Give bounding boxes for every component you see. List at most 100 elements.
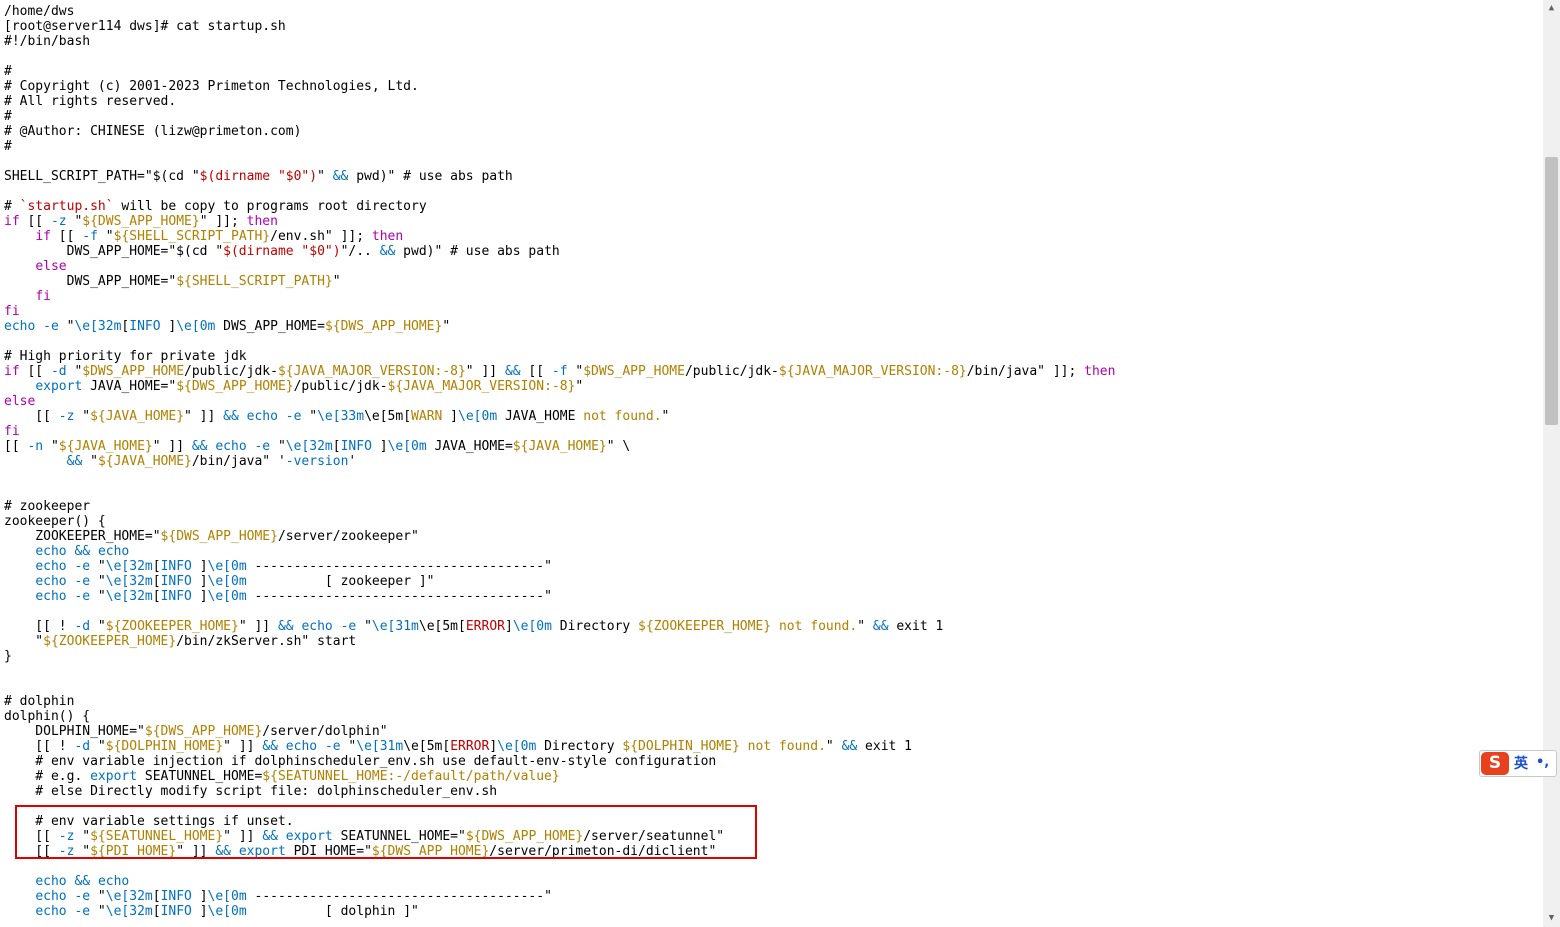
terminal-line: dolphin() {	[4, 709, 90, 724]
terminal-line: export JAVA_HOME="${DWS_APP_HOME}/public…	[4, 379, 583, 394]
code-token: ]	[442, 409, 459, 424]
code-token: \e[0m	[387, 439, 427, 454]
scroll-up-arrow-icon[interactable]: ▲	[1543, 0, 1560, 17]
code-token: &&	[223, 409, 239, 424]
code-token: [[	[50, 229, 83, 244]
code-token: &&	[379, 244, 396, 259]
code-token: echo	[35, 874, 67, 889]
code-token: \e[0m	[458, 409, 498, 424]
code-token: &&	[66, 454, 83, 469]
terminal-output[interactable]: /home/dws [root@server114 dws]# cat start…	[0, 0, 1543, 927]
code-token: echo	[35, 889, 67, 904]
scrollbar-thumb[interactable]	[1545, 157, 1558, 425]
code-token: echo	[97, 874, 130, 889]
code-token: "	[340, 739, 357, 754]
terminal-line: echo -e "\e[32m[INFO ]\e[0m ------------…	[4, 559, 552, 574]
sogou-ime-icon[interactable]: S	[1481, 752, 1509, 775]
code-token: /home/dws	[4, 4, 75, 19]
code-token: "	[90, 904, 106, 919]
code-token: ${JAVA_HOME}	[58, 439, 153, 454]
code-token: "	[270, 439, 286, 454]
code-token: &&	[332, 169, 349, 184]
code-token: ${SHELL_SCRIPT_PATH}	[113, 229, 271, 244]
scroll-down-arrow-icon[interactable]: ▼	[1543, 910, 1560, 927]
code-token: JAVA_HOME="	[82, 379, 177, 394]
code-token: echo	[285, 739, 318, 754]
ime-language-toggle[interactable]: 英	[1514, 754, 1528, 774]
code-token: ]	[371, 439, 388, 454]
code-token: "	[442, 319, 451, 334]
code-token: -e	[74, 889, 91, 904]
code-token: "	[82, 454, 98, 469]
code-token: \e[31m	[356, 739, 404, 754]
code-token: [[ !	[4, 619, 75, 634]
code-token: $DWS_APP_HOME	[82, 364, 185, 379]
code-token: -e	[43, 319, 59, 334]
code-token: '	[348, 454, 357, 469]
code-token: /public/jdk-	[184, 364, 278, 379]
code-token: SEATUNNEL_HOME=	[137, 769, 263, 784]
code-token: -e	[340, 619, 357, 634]
code-token: INFO	[129, 319, 161, 334]
code-token: "/..	[340, 244, 380, 259]
code-token: not found.	[747, 739, 826, 754]
code-token: INFO	[160, 904, 192, 919]
terminal-line: fi	[4, 289, 51, 304]
code-token: [ zookeeper ]"	[246, 574, 435, 589]
code-token: -------------------------------------"	[246, 889, 552, 904]
code-token: # env variable injection if dolphinsched…	[4, 754, 717, 769]
terminal-line: echo && echo	[4, 874, 129, 889]
code-token: then	[1084, 364, 1116, 379]
code-token: not found.	[778, 619, 858, 634]
terminal-line: ZOOKEEPER_HOME="${DWS_APP_HOME}/server/z…	[4, 529, 419, 544]
terminal-line: # else Directly modify script file: dolp…	[4, 784, 497, 799]
code-token: exit 1	[857, 739, 913, 754]
code-token: if	[35, 229, 51, 244]
code-token: -f	[551, 364, 568, 379]
code-token: -------------------------------------"	[246, 559, 552, 574]
code-token: [[	[4, 439, 28, 454]
code-token: DWS_APP_HOME=	[215, 319, 325, 334]
code-token: -z	[50, 214, 67, 229]
code-token: if	[4, 364, 20, 379]
code-token: &&	[872, 619, 889, 634]
terminal-line: [root@server114 dws]# cat startup.sh	[4, 19, 286, 34]
code-token: \e[5m[	[418, 619, 466, 634]
code-token: -------------------------------------"	[246, 589, 552, 604]
terminal-line: fi	[4, 304, 20, 319]
terminal-line: #	[4, 139, 12, 154]
ime-punctuation-toggle[interactable]: •,	[1536, 753, 1549, 773]
code-token: echo	[4, 319, 36, 334]
terminal-line: # Copyright (c) 2001-2023 Primeton Techn…	[4, 79, 419, 94]
terminal-line: DWS_APP_HOME="${SHELL_SCRIPT_PATH}"	[4, 274, 341, 289]
ime-status-widget[interactable]: S 英 •,	[1479, 750, 1557, 777]
code-token: if	[4, 214, 20, 229]
code-token: `startup.sh`	[19, 199, 114, 214]
code-token: will be copy to programs root directory	[113, 199, 427, 214]
code-token: [[	[520, 364, 552, 379]
terminal-line: if [[ -z "${DWS_APP_HOME}" ]]; then	[4, 214, 278, 229]
code-token: /public/jdk-	[684, 364, 779, 379]
terminal-line: # e.g. export SEATUNNEL_HOME=${SEATUNNEL…	[4, 769, 559, 784]
code-token: "	[90, 574, 106, 589]
code-token: ${SHELL_SCRIPT_PATH}	[176, 274, 333, 289]
code-token: dolphin() {	[4, 709, 91, 724]
code-token: -e	[74, 589, 91, 604]
terminal-line: [[ -z "${JAVA_HOME}" ]] && echo -e "\e[3…	[4, 409, 669, 424]
code-token: " ]];	[199, 214, 247, 229]
code-token: "	[66, 364, 83, 379]
code-token: -e	[324, 739, 341, 754]
code-token: "	[90, 589, 106, 604]
code-token: &&	[191, 439, 208, 454]
code-token: fi	[4, 304, 20, 319]
code-token: -z	[58, 409, 75, 424]
vertical-scrollbar[interactable]: ▲ ▼	[1543, 0, 1560, 927]
code-token: "	[90, 559, 106, 574]
